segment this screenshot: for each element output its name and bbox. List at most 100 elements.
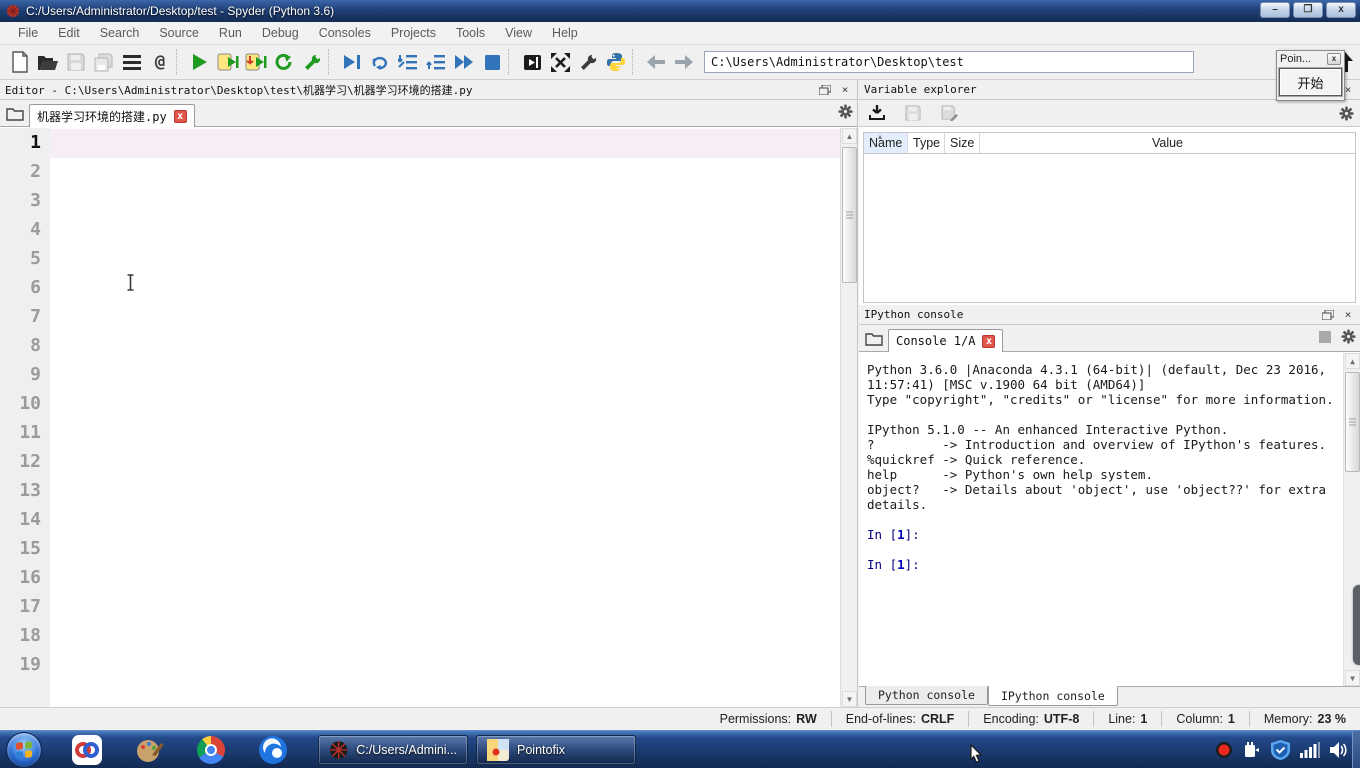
save-data-as-icon[interactable] xyxy=(937,101,961,125)
line-number: 10 xyxy=(19,393,41,414)
menu-source[interactable]: Source xyxy=(149,23,209,43)
spyder-screen: C:/Users/Administrator/Desktop/test - Sp… xyxy=(0,0,1360,768)
start-button[interactable] xyxy=(6,731,42,768)
taskbar-window-spyder[interactable]: C:/Users/Admini... xyxy=(318,734,468,765)
pinned-app-paint-icon[interactable] xyxy=(133,734,165,766)
column-header-size[interactable]: Size xyxy=(945,133,980,153)
pointofix-title-bar[interactable]: Poin... x xyxy=(1277,51,1344,67)
scroll-down-icon[interactable]: ▼ xyxy=(1345,670,1360,686)
open-file-button[interactable] xyxy=(34,48,62,76)
system-tray xyxy=(1215,731,1348,768)
maximize-pane-button[interactable] xyxy=(518,48,546,76)
window-title: C:/Users/Administrator/Desktop/test - Sp… xyxy=(26,4,335,18)
menu-view[interactable]: View xyxy=(495,23,542,43)
import-data-icon[interactable] xyxy=(865,101,889,125)
browse-tabs-icon[interactable] xyxy=(3,103,27,125)
pinned-app-sunflower-icon[interactable] xyxy=(71,734,103,766)
symbol-finder-button[interactable]: @ xyxy=(146,48,174,76)
save-all-button[interactable] xyxy=(90,48,118,76)
status-permissions: Permissions: RW xyxy=(719,712,817,726)
editor-pane: Editor - C:\Users\Administrator\Desktop\… xyxy=(0,80,858,707)
taskbar-window-pointofix-label: Pointofix xyxy=(517,742,565,757)
fullscreen-button[interactable] xyxy=(546,48,574,76)
preferences-button[interactable] xyxy=(574,48,602,76)
editor-scrollbar-thumb[interactable] xyxy=(842,147,857,283)
save-button[interactable] xyxy=(62,48,90,76)
debug-stop-button[interactable] xyxy=(478,48,506,76)
taskbar-window-pointofix[interactable]: Pointofix xyxy=(476,734,983,765)
tab-close-icon[interactable]: x xyxy=(173,109,187,123)
menu-help[interactable]: Help xyxy=(542,23,588,43)
new-file-button[interactable] xyxy=(6,48,34,76)
menu-consoles[interactable]: Consoles xyxy=(309,23,381,43)
console-tab[interactable]: Console 1/A x xyxy=(888,329,1004,352)
run-button[interactable] xyxy=(186,48,214,76)
run-cell-advance-button[interactable] xyxy=(242,48,270,76)
editor-vertical-scrollbar[interactable]: ▲ ▼ xyxy=(840,128,857,707)
configure-run-button[interactable] xyxy=(298,48,326,76)
minimize-button[interactable]: – xyxy=(1260,2,1290,18)
scroll-up-icon[interactable]: ▲ xyxy=(1345,353,1360,369)
pointofix-start-button[interactable]: 开始 xyxy=(1278,67,1343,97)
debug-step-into-button[interactable] xyxy=(394,48,422,76)
restore-button[interactable]: ❐ xyxy=(1293,2,1323,18)
menu-edit[interactable]: Edit xyxy=(48,23,90,43)
editor-file-tab[interactable]: 机器学习环境的搭建.py x xyxy=(29,104,195,127)
editor-options-gear-icon[interactable] xyxy=(838,104,853,119)
pinned-app-browser-icon[interactable] xyxy=(257,734,289,766)
back-button[interactable] xyxy=(642,48,670,76)
title-bar: C:/Users/Administrator/Desktop/test - Sp… xyxy=(0,0,1360,22)
debug-continue-button[interactable] xyxy=(450,48,478,76)
float-pane-icon[interactable] xyxy=(818,84,832,96)
menu-search[interactable]: Search xyxy=(90,23,150,43)
debug-button[interactable] xyxy=(338,48,366,76)
tab-ipython-console[interactable]: IPython console xyxy=(987,686,1118,706)
interrupt-kernel-icon[interactable] xyxy=(1319,330,1331,343)
power-plug-icon[interactable] xyxy=(1243,741,1261,759)
scroll-down-icon[interactable]: ▼ xyxy=(842,691,857,707)
variable-explorer-options-gear-icon[interactable] xyxy=(1339,106,1354,121)
python-interpreter-icon[interactable] xyxy=(602,48,630,76)
security-shield-icon[interactable] xyxy=(1271,740,1290,760)
editor-pane-header: Editor - C:\Users\Administrator\Desktop\… xyxy=(0,80,857,100)
console-output[interactable]: Python 3.6.0 |Anaconda 4.3.1 (64-bit)| (… xyxy=(859,353,1360,686)
column-header-name[interactable]: ▴ Name xyxy=(864,132,908,153)
console-options-gear-icon[interactable] xyxy=(1341,329,1356,344)
save-data-icon[interactable] xyxy=(901,101,925,125)
debug-step-return-button[interactable] xyxy=(422,48,450,76)
working-directory-input[interactable]: C:\Users\Administrator\Desktop\test xyxy=(704,51,1194,73)
input-prompt[interactable]: In [1]: xyxy=(867,557,1340,572)
status-column: Column: 1 xyxy=(1161,711,1249,727)
menu-run[interactable]: Run xyxy=(209,23,252,43)
rerun-button[interactable] xyxy=(270,48,298,76)
float-pane-icon[interactable] xyxy=(1321,309,1335,321)
column-header-type[interactable]: Type xyxy=(908,133,945,153)
scroll-up-icon[interactable]: ▲ xyxy=(842,128,857,144)
debug-step-button[interactable] xyxy=(366,48,394,76)
menu-bar: File Edit Search Source Run Debug Consol… xyxy=(0,22,1360,45)
close-pane-icon[interactable]: × xyxy=(838,83,852,96)
close-button[interactable]: x xyxy=(1326,2,1356,18)
tab-python-console[interactable]: Python console xyxy=(865,686,988,705)
ipython-console-pane: IPython console × Console 1/A x Python 3… xyxy=(859,305,1360,707)
pointofix-close-icon[interactable]: x xyxy=(1327,53,1341,65)
volume-speaker-icon[interactable] xyxy=(1330,742,1348,758)
file-switcher-button[interactable] xyxy=(118,48,146,76)
tab-close-icon[interactable]: x xyxy=(982,334,996,348)
close-pane-icon[interactable]: × xyxy=(1341,308,1355,321)
network-signal-icon[interactable] xyxy=(1300,742,1320,758)
column-header-value[interactable]: Value xyxy=(980,133,1355,153)
forward-button[interactable] xyxy=(670,48,698,76)
recording-indicator-icon[interactable] xyxy=(1215,741,1233,759)
run-cell-button[interactable] xyxy=(214,48,242,76)
menu-file[interactable]: File xyxy=(8,23,48,43)
pinned-app-chrome-icon[interactable] xyxy=(195,734,227,766)
code-editor[interactable]: 1 2 3 4 5 6 7 8 9 10 11 12 13 14 15 16 1 xyxy=(0,128,857,707)
menu-projects[interactable]: Projects xyxy=(381,23,446,43)
browse-tabs-icon[interactable] xyxy=(862,328,886,350)
console-scrollbar-thumb[interactable] xyxy=(1345,372,1360,472)
menu-tools[interactable]: Tools xyxy=(446,23,495,43)
line-number: 11 xyxy=(19,422,41,443)
show-desktop-button[interactable] xyxy=(1352,731,1360,768)
menu-debug[interactable]: Debug xyxy=(252,23,309,43)
